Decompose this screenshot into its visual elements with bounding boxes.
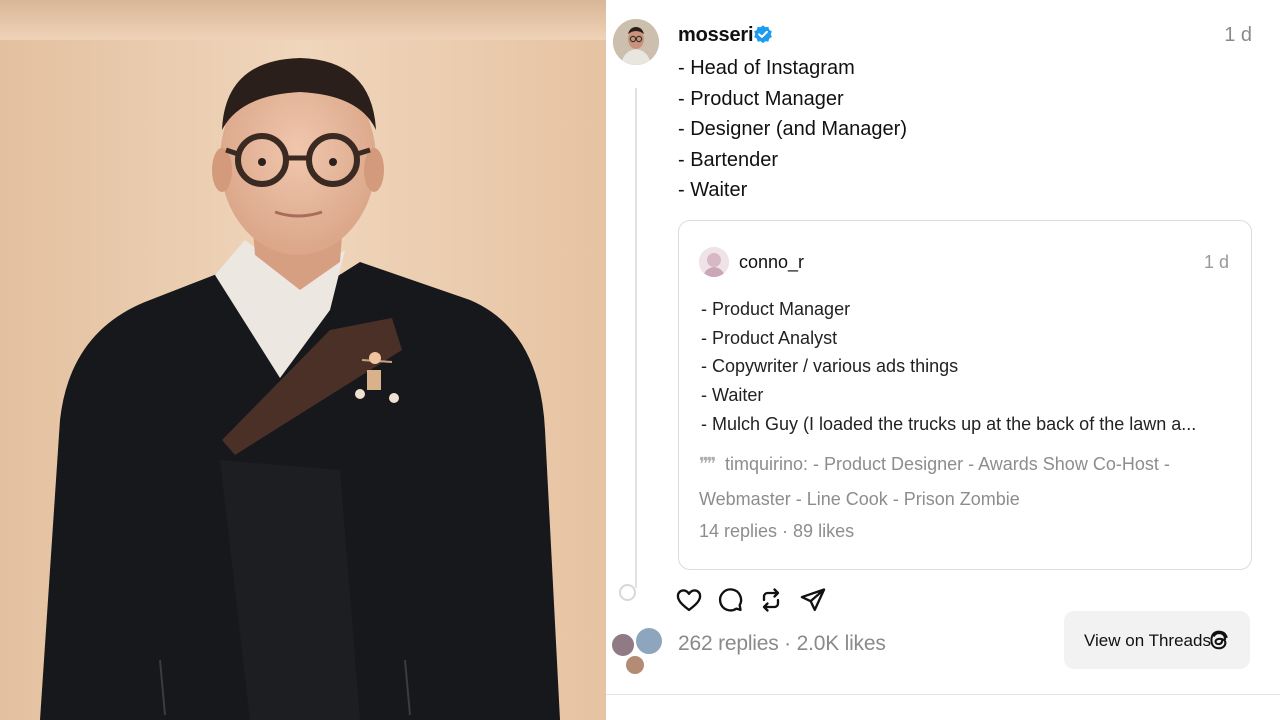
post-line: - Head of Instagram (678, 57, 855, 79)
verified-badge-icon (754, 25, 772, 44)
thread-end-marker (619, 584, 636, 601)
nested-quote-text: timquirino: - Product Designer - Awards … (699, 454, 1170, 509)
threads-logo-icon (1210, 630, 1228, 650)
post-body: - Head of Instagram - Product Manager - … (678, 53, 907, 206)
quoted-author-avatar[interactable] (699, 247, 729, 277)
comment-icon[interactable] (716, 586, 744, 614)
quoted-post-line: - Product Manager (701, 299, 851, 319)
nested-quote[interactable]: ❞❞ timquirino: - Product Designer - Award… (699, 447, 1219, 517)
quoted-post-stats[interactable]: 14 replies · 89 likes (699, 521, 854, 542)
post-line: - Product Manager (678, 87, 844, 110)
post-line: - Bartender (678, 148, 779, 171)
replier-avatar (634, 626, 664, 656)
view-on-threads-button[interactable]: View on Threads (1064, 611, 1250, 669)
post-timestamp: 1 d (1224, 24, 1252, 46)
quoted-post-line: - Mulch Guy (I loaded the trucks up at t… (701, 413, 1197, 434)
thread-connector-line (635, 88, 637, 588)
quoted-author-avatar-image (699, 247, 729, 277)
author-username[interactable]: mosseri (678, 24, 754, 47)
quote-icon: ❞❞ (699, 454, 716, 474)
author-avatar[interactable] (613, 19, 659, 65)
quoted-post-line: - Product Analyst (701, 327, 838, 348)
threads-post: mosseri 1 d - Head of Instagram - Produc… (606, 0, 1280, 720)
send-icon[interactable] (799, 586, 827, 614)
post-stats[interactable]: 262 replies · 2.0K likes (678, 632, 886, 656)
author-avatar-image (613, 19, 659, 65)
post-line: - Designer (and Manager) (678, 118, 907, 140)
quoted-post-line: - Waiter (701, 385, 764, 406)
replier-avatar (624, 654, 646, 676)
quoted-post-line: - Copywriter / various ads things (701, 356, 959, 377)
repost-icon[interactable] (757, 586, 785, 614)
quoted-post-card[interactable]: conno_r 1 d - Product Manager - Product … (678, 220, 1252, 570)
quoted-post-body: - Product Manager - Product Analyst - Co… (701, 295, 1196, 439)
heart-icon[interactable] (675, 586, 703, 614)
replier-avatars[interactable] (610, 626, 666, 678)
post-line: - Waiter (678, 179, 748, 201)
post-photo (0, 0, 606, 720)
view-on-threads-label: View on Threads (1084, 631, 1211, 650)
bottom-divider (606, 694, 1280, 695)
quoted-author-username[interactable]: conno_r (739, 252, 804, 273)
quoted-post-timestamp: 1 d (1203, 252, 1229, 272)
portrait-image (0, 0, 606, 720)
